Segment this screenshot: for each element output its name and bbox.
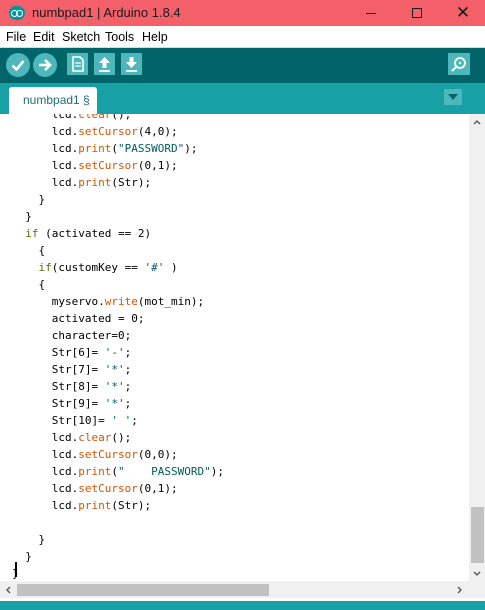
code-line: } <box>0 565 469 581</box>
scroll-left-button[interactable] <box>3 584 13 595</box>
arduino-logo-icon <box>9 6 25 20</box>
code-line: lcd.print(" PASSWORD"); <box>12 465 224 478</box>
menu-file[interactable]: File <box>6 30 26 44</box>
tab-label: numbpad1 § <box>23 93 90 107</box>
maximize-icon <box>412 8 422 18</box>
code-line: lcd.print("PASSWORD"); <box>12 142 198 155</box>
code-line: lcd.clear(); <box>12 114 132 121</box>
menu-help[interactable]: Help <box>142 30 168 44</box>
code-line: { <box>12 244 46 257</box>
code-line: } <box>12 210 32 223</box>
tab-bar: numbpad1 § <box>0 83 485 114</box>
code-line: Str[8]= '*'; <box>12 380 132 393</box>
open-button[interactable] <box>94 53 115 75</box>
arrow-down-icon <box>126 57 137 72</box>
code-line: } <box>12 533 46 546</box>
save-button[interactable] <box>121 53 142 75</box>
code-line: Str[7]= '*'; <box>12 363 132 376</box>
status-bar <box>0 598 485 610</box>
code-line: { <box>12 278 46 291</box>
code-line: Str[9]= '*'; <box>12 397 132 410</box>
chevron-up-icon <box>473 120 481 125</box>
arrow-up-icon <box>99 57 110 72</box>
code-line: Str[10]= ' '; <box>12 414 138 427</box>
verify-button[interactable] <box>6 53 30 77</box>
horizontal-scrollbar[interactable] <box>0 581 469 598</box>
scroll-up-button[interactable] <box>469 117 485 127</box>
close-icon: ✕ <box>455 2 471 23</box>
document-icon <box>72 56 84 72</box>
magnifier-icon <box>451 57 466 72</box>
code-line: if (activated == 2) <box>25 227 152 240</box>
tab-menu-button[interactable] <box>444 89 462 105</box>
code-line: lcd.print(Str); <box>12 499 152 512</box>
minimize-button[interactable] <box>348 0 394 26</box>
check-icon <box>11 60 25 72</box>
arrow-right-icon <box>39 59 52 71</box>
title-bar: numbpad1 | Arduino 1.8.4 ✕ <box>0 0 485 26</box>
menu-edit[interactable]: Edit <box>33 30 55 44</box>
minimize-icon <box>366 13 376 14</box>
code-line: lcd.setCursor(4,0); <box>12 125 178 138</box>
horizontal-scroll-thumb[interactable] <box>17 584 269 596</box>
menu-tools[interactable]: Tools <box>105 30 134 44</box>
code-line: myservo.write(mot_min); <box>12 295 205 308</box>
scroll-down-button[interactable] <box>469 569 485 579</box>
code-line: lcd.setCursor(0,0); <box>12 448 178 461</box>
code-line: character=0; <box>12 329 132 342</box>
scrollbar-corner <box>469 581 485 598</box>
code-line: activated = 0; <box>12 312 145 325</box>
chevron-down-icon <box>473 571 481 576</box>
toolbar <box>0 48 485 83</box>
code-editor[interactable]: lcd.clear(); lcd.setCursor(4,0); lcd.pri… <box>0 114 469 581</box>
vertical-scrollbar[interactable] <box>469 114 485 581</box>
menu-sketch[interactable]: Sketch <box>62 30 100 44</box>
menu-bar: File Edit Sketch Tools Help <box>0 26 485 48</box>
tab-numbpad1[interactable]: numbpad1 § <box>9 87 97 114</box>
upload-button[interactable] <box>33 53 57 77</box>
code-line: lcd.setCursor(0,1); <box>12 159 178 172</box>
code-line: } <box>12 193 46 206</box>
code-text: lcd.clear(); lcd.setCursor(4,0); lcd.pri… <box>0 114 469 581</box>
vertical-scroll-thumb[interactable] <box>471 507 484 563</box>
code-line: if(customKey == '#' ) <box>38 261 178 274</box>
code-line: lcd.clear(); <box>12 431 132 444</box>
status-strip <box>0 601 485 610</box>
window-title: numbpad1 | Arduino 1.8.4 <box>32 5 181 20</box>
chevron-right-icon <box>457 586 462 593</box>
serial-monitor-button[interactable] <box>448 53 470 75</box>
scroll-right-button[interactable] <box>455 584 465 595</box>
maximize-button[interactable] <box>394 0 440 26</box>
new-button[interactable] <box>67 53 88 75</box>
code-line: lcd.print(Str); <box>12 176 152 189</box>
code-line: Str[6]= '-'; <box>12 346 132 359</box>
code-line: } <box>12 550 32 563</box>
code-line: lcd.setCursor(0,1); <box>12 482 178 495</box>
close-button[interactable]: ✕ <box>440 0 485 26</box>
text-cursor <box>15 562 17 577</box>
chevron-down-icon <box>448 94 458 100</box>
chevron-left-icon <box>6 586 11 593</box>
